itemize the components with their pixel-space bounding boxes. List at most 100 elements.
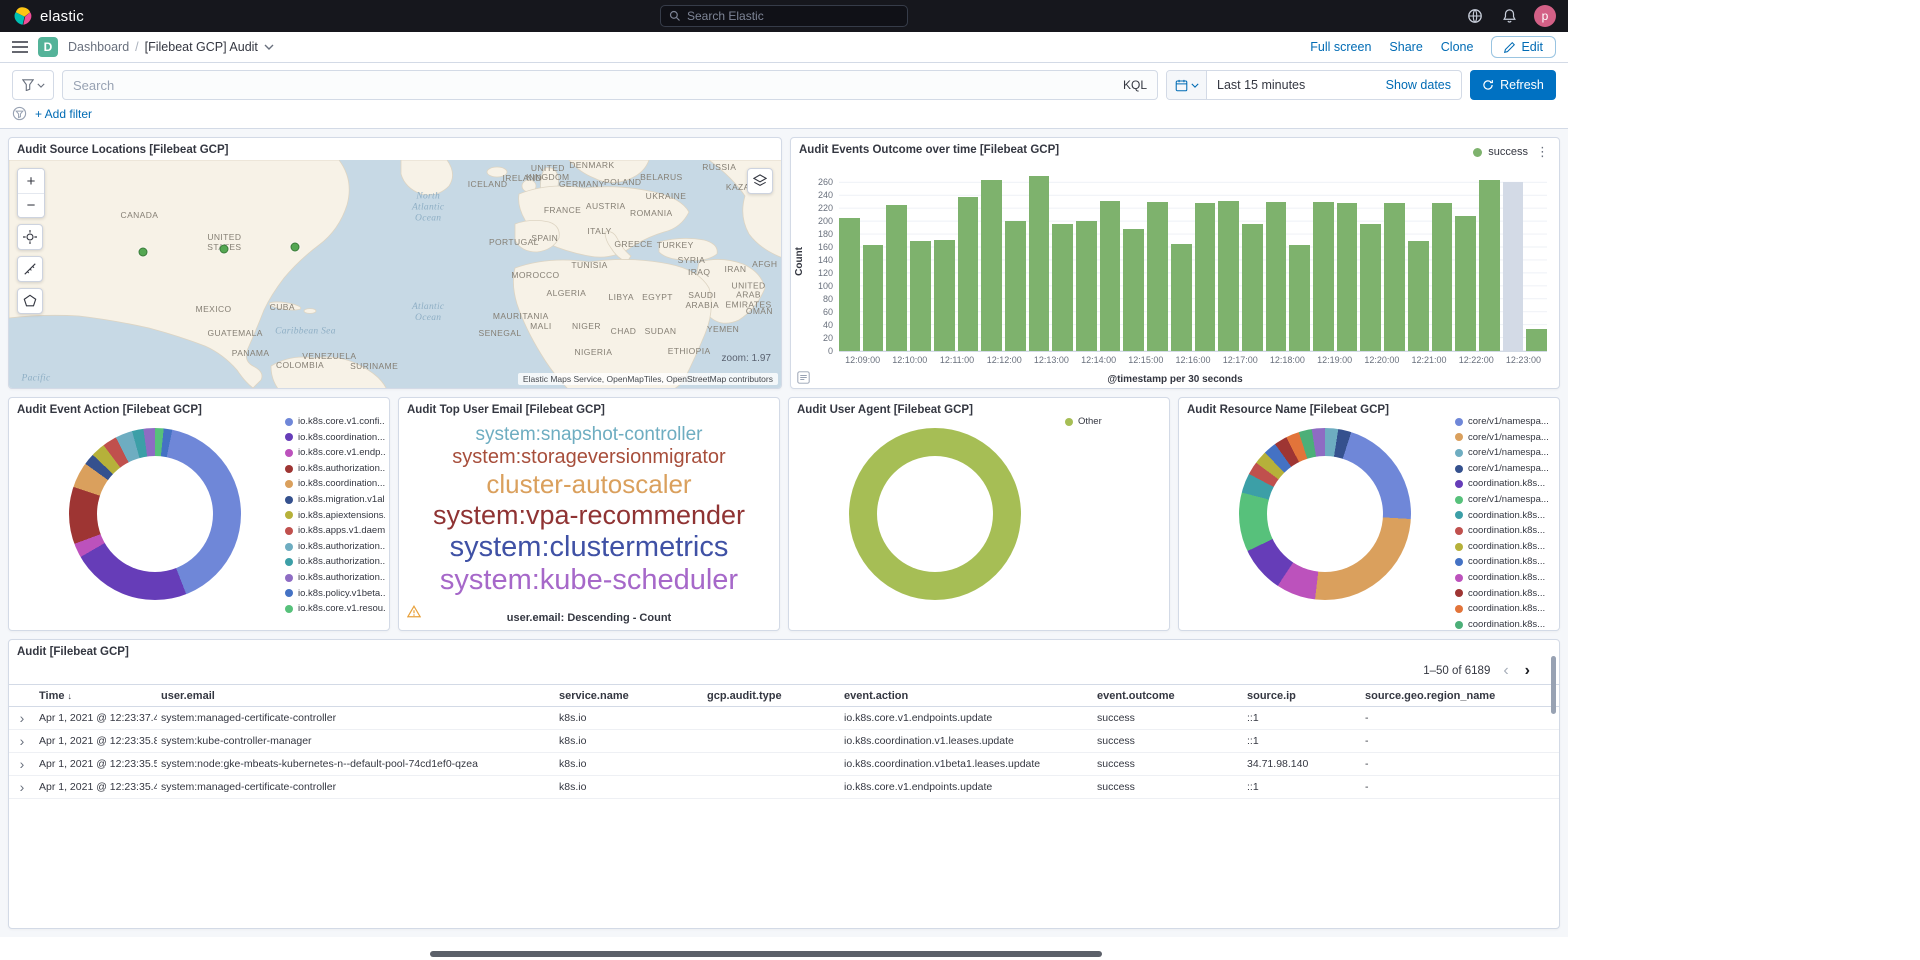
table-cell[interactable]: ::1 bbox=[1243, 781, 1361, 793]
query-input[interactable] bbox=[73, 78, 1123, 93]
legend-item[interactable]: core/v1/namespa... bbox=[1455, 461, 1555, 477]
legend-item[interactable]: io.k8s.core.v1.resou... bbox=[285, 601, 385, 617]
table-cell[interactable]: success bbox=[1093, 735, 1243, 747]
query-language-button[interactable]: KQL bbox=[1123, 78, 1147, 92]
next-page-button[interactable]: › bbox=[1522, 664, 1533, 678]
table-cell[interactable]: k8s.io bbox=[555, 781, 703, 793]
table-cell[interactable]: - bbox=[1361, 781, 1559, 793]
space-avatar[interactable]: D bbox=[38, 37, 58, 57]
alerts-bell-icon[interactable] bbox=[1500, 7, 1518, 25]
legend-item[interactable]: coordination.k8s... bbox=[1455, 617, 1555, 631]
table-cell[interactable]: k8s.io bbox=[555, 712, 703, 724]
bar[interactable] bbox=[1218, 201, 1239, 351]
resource-name-donut[interactable] bbox=[1239, 428, 1411, 600]
table-cell[interactable]: success bbox=[1093, 712, 1243, 724]
table-cell[interactable]: success bbox=[1093, 781, 1243, 793]
table-cell[interactable]: success bbox=[1093, 758, 1243, 770]
bar[interactable] bbox=[1432, 203, 1453, 351]
legend-item[interactable]: io.k8s.apps.v1.daem... bbox=[285, 523, 385, 539]
bar[interactable] bbox=[910, 241, 931, 351]
bar[interactable] bbox=[863, 245, 884, 351]
legend-item[interactable]: io.k8s.authorization.... bbox=[285, 570, 385, 586]
share-button[interactable]: Share bbox=[1389, 40, 1422, 54]
time-range-value[interactable]: Last 15 minutes bbox=[1207, 78, 1376, 92]
saved-query-menu-button[interactable] bbox=[12, 70, 54, 100]
bar[interactable] bbox=[1360, 224, 1381, 351]
bar[interactable] bbox=[1479, 180, 1500, 351]
column-header-service.name[interactable]: service.name bbox=[555, 690, 703, 702]
map-marker[interactable] bbox=[139, 247, 148, 256]
global-search[interactable] bbox=[660, 5, 908, 27]
bar[interactable] bbox=[1052, 224, 1073, 351]
table-cell[interactable]: system:node:gke-mbeats-kubernetes-n--def… bbox=[157, 758, 555, 770]
zoom-out-button[interactable]: − bbox=[18, 193, 44, 217]
edit-button[interactable]: Edit bbox=[1491, 36, 1556, 58]
legend-toggle-icon[interactable] bbox=[797, 371, 810, 384]
bar[interactable] bbox=[1455, 216, 1476, 351]
table-cell[interactable]: Apr 1, 2021 @ 12:23:37.494 bbox=[35, 712, 157, 724]
column-header-gcp.audit.type[interactable]: gcp.audit.type bbox=[703, 690, 840, 702]
bar[interactable] bbox=[886, 205, 907, 351]
menu-hamburger-icon[interactable] bbox=[12, 41, 28, 53]
bar[interactable] bbox=[1313, 202, 1334, 351]
bar[interactable] bbox=[1408, 241, 1429, 351]
legend-item[interactable]: io.k8s.coordination.... bbox=[285, 430, 385, 446]
column-header-event.outcome[interactable]: event.outcome bbox=[1093, 690, 1243, 702]
table-cell[interactable]: io.k8s.core.v1.endpoints.update bbox=[840, 712, 1093, 724]
bar[interactable] bbox=[1526, 329, 1547, 351]
table-cell[interactable]: - bbox=[1361, 712, 1559, 724]
bar[interactable] bbox=[1100, 201, 1121, 351]
bar[interactable] bbox=[1123, 229, 1144, 352]
tagcloud-word[interactable]: system:kube-scheduler bbox=[440, 564, 738, 596]
table-cell[interactable]: Apr 1, 2021 @ 12:23:35.500 bbox=[35, 758, 157, 770]
draw-filter-tool-button[interactable] bbox=[17, 288, 43, 314]
bar[interactable] bbox=[981, 180, 1002, 351]
column-header-source.geo.region_name[interactable]: source.geo.region_name bbox=[1361, 690, 1559, 702]
legend-item[interactable]: coordination.k8s... bbox=[1455, 586, 1555, 602]
table-cell[interactable]: io.k8s.core.v1.endpoints.update bbox=[840, 781, 1093, 793]
previous-page-button[interactable]: ‹ bbox=[1500, 664, 1511, 678]
quick-select-button[interactable] bbox=[1167, 71, 1207, 99]
column-header-user.email[interactable]: user.email bbox=[157, 690, 555, 702]
legend-item[interactable]: io.k8s.authorization.... bbox=[285, 554, 385, 570]
tagcloud-word[interactable]: system:vpa-recommender bbox=[433, 500, 745, 530]
table-cell[interactable]: io.k8s.coordination.v1.leases.update bbox=[840, 735, 1093, 747]
bar[interactable] bbox=[1384, 203, 1405, 351]
show-dates-button[interactable]: Show dates bbox=[1376, 78, 1461, 92]
bar[interactable] bbox=[934, 240, 955, 351]
legend-item[interactable]: io.k8s.core.v1.endp... bbox=[285, 445, 385, 461]
table-cell[interactable]: Apr 1, 2021 @ 12:23:35.855 bbox=[35, 735, 157, 747]
tagcloud-word[interactable]: system:storageversionmigrator bbox=[452, 446, 725, 468]
legend-item[interactable]: core/v1/namespa... bbox=[1455, 430, 1555, 446]
legend-item[interactable]: coordination.k8s... bbox=[1455, 539, 1555, 555]
bar[interactable] bbox=[1171, 244, 1192, 351]
bar[interactable] bbox=[1503, 182, 1524, 351]
map-marker[interactable] bbox=[220, 245, 229, 254]
map-attribution[interactable]: Elastic Maps Service, OpenMapTiles, Open… bbox=[518, 373, 778, 385]
table-cell[interactable]: k8s.io bbox=[555, 735, 703, 747]
breadcrumb-dashboard-link[interactable]: Dashboard bbox=[68, 40, 129, 54]
table-cell[interactable]: system:kube-controller-manager bbox=[157, 735, 555, 747]
chevron-down-icon[interactable] bbox=[264, 44, 274, 50]
bar[interactable] bbox=[1242, 224, 1263, 351]
tagcloud-word[interactable]: system:snapshot-controller bbox=[475, 424, 702, 445]
table-cell[interactable]: - bbox=[1361, 735, 1559, 747]
add-filter-button[interactable]: + Add filter bbox=[35, 107, 92, 121]
legend-item[interactable]: coordination.k8s... bbox=[1455, 508, 1555, 524]
table-cell[interactable]: system:managed-certificate-controller bbox=[157, 781, 555, 793]
column-header-source.ip[interactable]: source.ip bbox=[1243, 690, 1361, 702]
measure-tool-button[interactable] bbox=[17, 256, 43, 282]
help-icon[interactable] bbox=[1466, 7, 1484, 25]
bar[interactable] bbox=[958, 197, 979, 351]
legend-item[interactable]: core/v1/namespa... bbox=[1455, 445, 1555, 461]
bar[interactable] bbox=[839, 218, 860, 351]
column-header-Time[interactable]: Time↓ bbox=[35, 690, 157, 702]
tagcloud-word[interactable]: cluster-autoscaler bbox=[486, 470, 691, 499]
map-marker[interactable] bbox=[291, 243, 300, 252]
tagcloud-word[interactable]: system:clustermetrics bbox=[450, 531, 729, 563]
table-cell[interactable]: k8s.io bbox=[555, 758, 703, 770]
elastic-logo-icon[interactable] bbox=[12, 6, 32, 26]
table-cell[interactable]: ::1 bbox=[1243, 712, 1361, 724]
bar[interactable] bbox=[1289, 245, 1310, 351]
row-expand-button[interactable]: › bbox=[9, 710, 35, 726]
